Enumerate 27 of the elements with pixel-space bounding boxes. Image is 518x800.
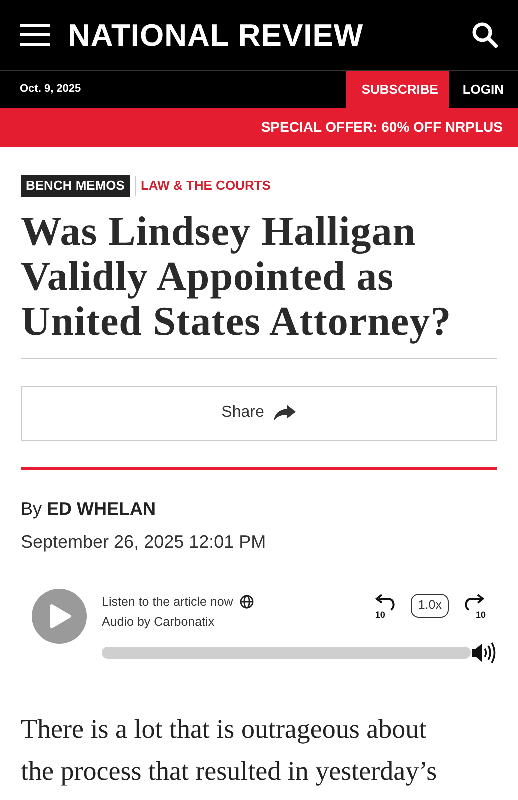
section-tag[interactable]: BENCH MEMOS: [21, 175, 130, 196]
skip-forward-button[interactable]: 10: [463, 594, 487, 618]
date-text: Oct. 9, 2025: [19, 82, 82, 98]
login-button[interactable]: LOGIN: [448, 71, 518, 108]
listen-label: Listen to the article now: [102, 594, 234, 610]
offer-text: SPECIAL OFFER: 60% OFF NRPLUS: [261, 118, 503, 137]
share-arrow-icon: [274, 405, 296, 421]
search-icon[interactable]: [472, 22, 498, 48]
skip-back-button[interactable]: 10: [373, 594, 398, 618]
category-link[interactable]: LAW & THE COURTS: [140, 176, 271, 196]
article-headline: Was Lindsey Halligan Validly Appointed as United States Attorney?: [21, 208, 453, 344]
offer-banner[interactable]: SPECIAL OFFER: 60% OFF NRPLUS: [0, 108, 518, 147]
menu-icon[interactable]: [20, 23, 50, 47]
globe-icon[interactable]: [240, 594, 254, 609]
speed-button[interactable]: 1.0x: [411, 594, 449, 618]
volume-icon[interactable]: [471, 642, 497, 664]
play-button[interactable]: [32, 588, 87, 644]
body-text: There is a lot that is outrageous about: [21, 713, 428, 746]
author-link[interactable]: ED WHELAN: [47, 498, 156, 518]
body-text: the process that resulted in yesterday’s: [21, 755, 438, 788]
subscribe-button[interactable]: SUBSCRIBE: [346, 71, 449, 108]
byline: By ED WHELAN: [21, 498, 158, 521]
publish-date: September 26, 2025 12:01 PM: [21, 530, 268, 554]
share-button[interactable]: Share: [21, 386, 497, 440]
site-logo[interactable]: NATIONAL REVIEW: [68, 20, 364, 50]
progress-track[interactable]: [102, 647, 471, 659]
audio-credit: Audio by Carbonatix: [102, 614, 216, 632]
